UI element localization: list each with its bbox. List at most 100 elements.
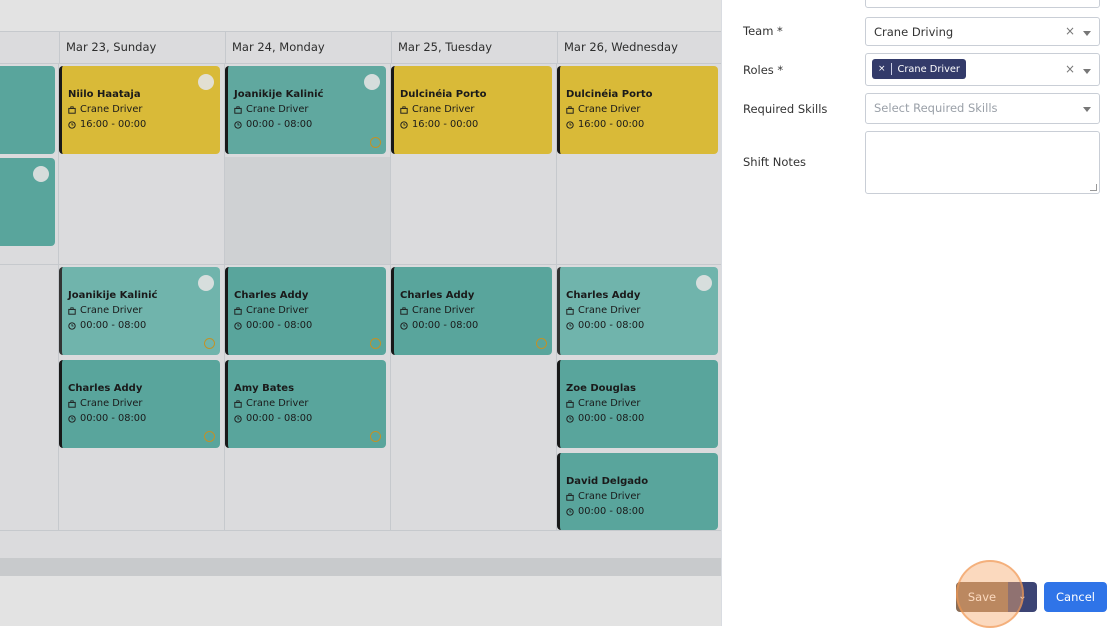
shift-card[interactable]: Charles Addy Crane Driver 00:00 - 08:00 <box>391 267 552 355</box>
edit-shift-panel: Team * Crane Driving × Roles * × Crane D… <box>721 0 1120 626</box>
day-header: Mar 25, Tuesday <box>391 31 557 63</box>
shift-card[interactable]: Charles Addy Crane Driver 00:00 - 08:00 <box>557 267 718 355</box>
clear-icon[interactable]: × <box>1065 24 1075 38</box>
required-skills-select[interactable]: Select Required Skills <box>865 93 1100 124</box>
required-skills-label: Required Skills <box>743 102 828 116</box>
shift-time: 00:00 - 08:00 <box>412 320 479 331</box>
roles-select[interactable]: × Crane Driver × <box>865 53 1100 86</box>
clock-icon <box>234 414 242 423</box>
chevron-down-icon[interactable] <box>1083 107 1091 112</box>
briefcase-icon <box>400 105 408 114</box>
previous-field-select[interactable] <box>865 0 1100 8</box>
chevron-down-icon[interactable] <box>1083 69 1091 74</box>
briefcase-icon <box>400 306 408 315</box>
shift-employee-name: Niilo Haataja <box>68 89 141 100</box>
briefcase-icon <box>566 105 574 114</box>
shift-card[interactable]: Joanikije Kalinić Crane Driver 00:00 - 0… <box>225 66 386 154</box>
shift-employee-name: Dulcinéia Porto <box>566 89 653 100</box>
shift-role: Crane Driver <box>246 305 309 316</box>
select-circle-icon[interactable] <box>198 275 214 291</box>
briefcase-icon <box>566 306 574 315</box>
briefcase-icon <box>68 399 76 408</box>
calendar-footer <box>0 576 721 626</box>
shift-card-partial[interactable] <box>0 158 55 246</box>
shift-role: Crane Driver <box>578 491 641 502</box>
horizontal-scrollbar[interactable] <box>0 558 721 576</box>
save-options-button[interactable]: ⌄ <box>1008 582 1037 612</box>
required-skills-placeholder: Select Required Skills <box>874 101 998 115</box>
shift-role: Crane Driver <box>578 398 641 409</box>
shift-employee-name: Charles Addy <box>68 383 143 394</box>
resize-handle-icon[interactable] <box>1090 184 1097 191</box>
shift-role: Crane Driver <box>80 104 143 115</box>
shift-time: 00:00 - 08:00 <box>80 320 147 331</box>
shift-role: Crane Driver <box>80 398 143 409</box>
shift-time: 00:00 - 08:00 <box>578 320 645 331</box>
team-label: Team * <box>743 24 783 38</box>
shift-card[interactable]: Niilo Haataja Crane Driver 16:00 - 00:00 <box>59 66 220 154</box>
briefcase-icon <box>566 492 574 501</box>
row-divider <box>0 63 721 64</box>
shift-card[interactable]: Charles Addy Crane Driver 00:00 - 08:00 <box>59 360 220 448</box>
clock-icon <box>68 414 76 423</box>
briefcase-icon <box>234 399 242 408</box>
warning-icon <box>204 431 215 442</box>
shift-employee-name: Zoe Douglas <box>566 383 636 394</box>
clock-icon <box>400 120 408 129</box>
shift-notes-label: Shift Notes <box>743 155 807 169</box>
chevron-down-icon: ⌄ <box>1018 591 1027 602</box>
remove-chip-icon[interactable]: × <box>878 63 892 75</box>
calendar-toolbar <box>0 0 721 32</box>
role-chip: × Crane Driver <box>872 59 966 79</box>
calendar-bottom-area <box>0 530 721 559</box>
shift-role: Crane Driver <box>412 305 475 316</box>
shift-role: Crane Driver <box>578 305 641 316</box>
shift-time: 00:00 - 08:00 <box>578 413 645 424</box>
shift-time: 16:00 - 00:00 <box>578 119 645 130</box>
shift-card[interactable]: David Delgado Crane Driver 00:00 - 08:00 <box>557 453 718 530</box>
shift-card[interactable]: Joanikije Kalinić Crane Driver 00:00 - 0… <box>59 267 220 355</box>
shift-role: Crane Driver <box>246 104 309 115</box>
shift-role: Crane Driver <box>80 305 143 316</box>
cancel-button[interactable]: Cancel <box>1044 582 1107 612</box>
role-chip-label: Crane Driver <box>897 63 960 75</box>
clock-icon <box>566 414 574 423</box>
warning-icon <box>536 338 547 349</box>
empty-cell[interactable] <box>225 157 391 264</box>
briefcase-icon <box>68 105 76 114</box>
shift-card[interactable]: Charles Addy Crane Driver 00:00 - 08:00 <box>225 267 386 355</box>
clock-icon <box>566 507 574 516</box>
chevron-down-icon[interactable] <box>1083 31 1091 36</box>
shift-card[interactable]: Dulcinéia Porto Crane Driver 16:00 - 00:… <box>391 66 552 154</box>
schedule-calendar: Mar 23, Sunday Mar 24, Monday Mar 25, Tu… <box>0 0 721 626</box>
shift-employee-name: Charles Addy <box>400 290 475 301</box>
briefcase-icon <box>234 105 242 114</box>
warning-icon <box>370 137 381 148</box>
shift-employee-name: Joanikije Kalinić <box>68 290 158 301</box>
shift-card[interactable]: Zoe Douglas Crane Driver 00:00 - 08:00 <box>557 360 718 448</box>
day-header: Mar 26, Wednesday <box>557 31 721 63</box>
clock-icon <box>234 120 242 129</box>
shift-card[interactable]: Dulcinéia Porto Crane Driver 16:00 - 00:… <box>557 66 718 154</box>
shift-time: 00:00 - 08:00 <box>246 413 313 424</box>
select-circle-icon[interactable] <box>696 275 712 291</box>
save-button[interactable]: Save <box>956 582 1008 612</box>
shift-card[interactable]: Amy Bates Crane Driver 00:00 - 08:00 <box>225 360 386 448</box>
briefcase-icon <box>566 399 574 408</box>
roles-label: Roles * <box>743 63 784 77</box>
shift-employee-name: Charles Addy <box>566 290 641 301</box>
shift-role: Crane Driver <box>578 104 641 115</box>
row-divider <box>0 264 721 265</box>
shift-card-partial[interactable] <box>0 66 55 154</box>
team-select[interactable]: Crane Driving × <box>865 17 1100 46</box>
select-circle-icon[interactable] <box>364 74 380 90</box>
shift-employee-name: David Delgado <box>566 476 649 487</box>
clock-icon <box>566 120 574 129</box>
clear-icon[interactable]: × <box>1065 62 1075 76</box>
shift-notes-textarea[interactable] <box>865 131 1100 194</box>
shift-employee-name: Amy Bates <box>234 383 295 394</box>
select-circle-icon[interactable] <box>33 166 49 182</box>
select-circle-icon[interactable] <box>198 74 214 90</box>
shift-role: Crane Driver <box>246 398 309 409</box>
clock-icon <box>68 120 76 129</box>
